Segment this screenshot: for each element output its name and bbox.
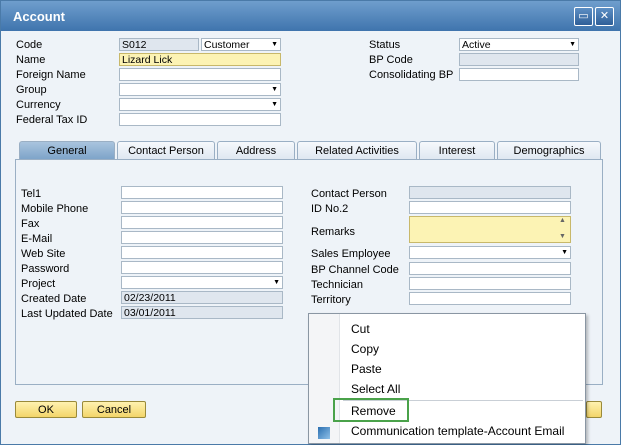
remarks-textarea[interactable] <box>409 216 571 243</box>
tab-related-activities[interactable]: Related Activities <box>297 141 417 159</box>
email-label: E-Mail <box>21 233 53 245</box>
sales-employee-label: Sales Employee <box>311 248 391 260</box>
partial-button[interactable] <box>586 401 602 418</box>
project-label: Project <box>21 278 56 290</box>
territory-field[interactable] <box>409 292 571 305</box>
consolidating-bp-field[interactable] <box>459 68 579 81</box>
code-field[interactable]: S012 <box>119 38 199 51</box>
federal-tax-id-label: Federal Tax ID <box>16 114 88 126</box>
fax-label: Fax <box>21 218 40 230</box>
mobile-phone-label: Mobile Phone <box>21 203 89 215</box>
group-select[interactable] <box>119 83 281 96</box>
menu-item-paste[interactable]: Paste <box>351 362 382 376</box>
name-label: Name <box>16 54 46 66</box>
bp-channel-code-label: BP Channel Code <box>311 264 399 276</box>
foreign-name-field[interactable] <box>119 68 281 81</box>
account-window: Account ▭ ✕ Code S012 Customer Name Liza… <box>0 0 621 445</box>
scroll-up-icon[interactable]: ▲ <box>559 217 566 224</box>
tab-demographics[interactable]: Demographics <box>497 141 601 159</box>
remarks-label: Remarks <box>311 226 356 238</box>
window-title: Account <box>13 9 65 24</box>
last-updated-date-field[interactable]: 03/01/2011 <box>121 306 283 319</box>
contact-person-label: Contact Person <box>311 188 387 200</box>
group-label: Group <box>16 84 47 96</box>
title-bar[interactable]: Account ▭ ✕ <box>1 1 620 31</box>
bp-code-field[interactable] <box>459 53 579 66</box>
context-menu: Cut Copy Paste Select All Remove Communi… <box>308 313 586 444</box>
id-no2-field[interactable] <box>409 201 571 214</box>
status-label: Status <box>369 39 401 51</box>
territory-label: Territory <box>311 294 351 306</box>
tel1-field[interactable] <box>121 186 283 199</box>
menu-item-communication-template[interactable]: Communication template-Account Email <box>351 424 564 438</box>
close-button[interactable]: ✕ <box>595 7 614 26</box>
tab-general[interactable]: General <box>19 141 115 159</box>
name-field[interactable]: Lizard Lick <box>119 53 281 66</box>
cancel-button[interactable]: Cancel <box>82 401 146 418</box>
currency-label: Currency <box>16 99 61 111</box>
ok-button[interactable]: OK <box>15 401 77 418</box>
bp-code-label: BP Code <box>369 54 413 66</box>
code-label: Code <box>16 39 43 51</box>
password-field[interactable] <box>121 261 283 274</box>
code-type-select[interactable]: Customer <box>201 38 281 51</box>
sales-employee-select[interactable] <box>409 246 571 259</box>
web-site-field[interactable] <box>121 246 283 259</box>
fax-field[interactable] <box>121 216 283 229</box>
menu-icon-gutter <box>309 314 340 443</box>
foreign-name-label: Foreign Name <box>16 69 86 81</box>
menu-item-copy[interactable]: Copy <box>351 342 379 356</box>
last-updated-date-label: Last Updated Date <box>21 308 113 320</box>
tab-address[interactable]: Address <box>217 141 295 159</box>
created-date-label: Created Date <box>21 293 87 305</box>
technician-label: Technician <box>311 279 363 291</box>
email-field[interactable] <box>121 231 283 244</box>
scroll-down-icon[interactable]: ▼ <box>559 233 566 240</box>
project-select[interactable] <box>121 276 283 289</box>
bp-channel-code-field[interactable] <box>409 262 571 275</box>
web-site-label: Web Site <box>21 248 66 260</box>
password-label: Password <box>21 263 70 275</box>
email-template-icon <box>318 427 330 439</box>
federal-tax-id-field[interactable] <box>119 113 281 126</box>
mobile-phone-field[interactable] <box>121 201 283 214</box>
menu-item-remove[interactable]: Remove <box>351 404 396 418</box>
menu-item-cut[interactable]: Cut <box>351 322 370 336</box>
tel1-label: Tel1 <box>21 188 42 200</box>
id-no2-label: ID No.2 <box>311 203 349 215</box>
technician-field[interactable] <box>409 277 571 290</box>
tab-contact-person[interactable]: Contact Person <box>117 141 215 159</box>
consolidating-bp-label: Consolidating BP <box>369 69 454 81</box>
status-select[interactable]: Active <box>459 38 579 51</box>
maximize-button[interactable]: ▭ <box>574 7 593 26</box>
tab-interest[interactable]: Interest <box>419 141 495 159</box>
created-date-field[interactable]: 02/23/2011 <box>121 291 283 304</box>
contact-person-field[interactable] <box>409 186 571 199</box>
currency-select[interactable] <box>119 98 281 111</box>
menu-item-select-all[interactable]: Select All <box>351 382 400 396</box>
